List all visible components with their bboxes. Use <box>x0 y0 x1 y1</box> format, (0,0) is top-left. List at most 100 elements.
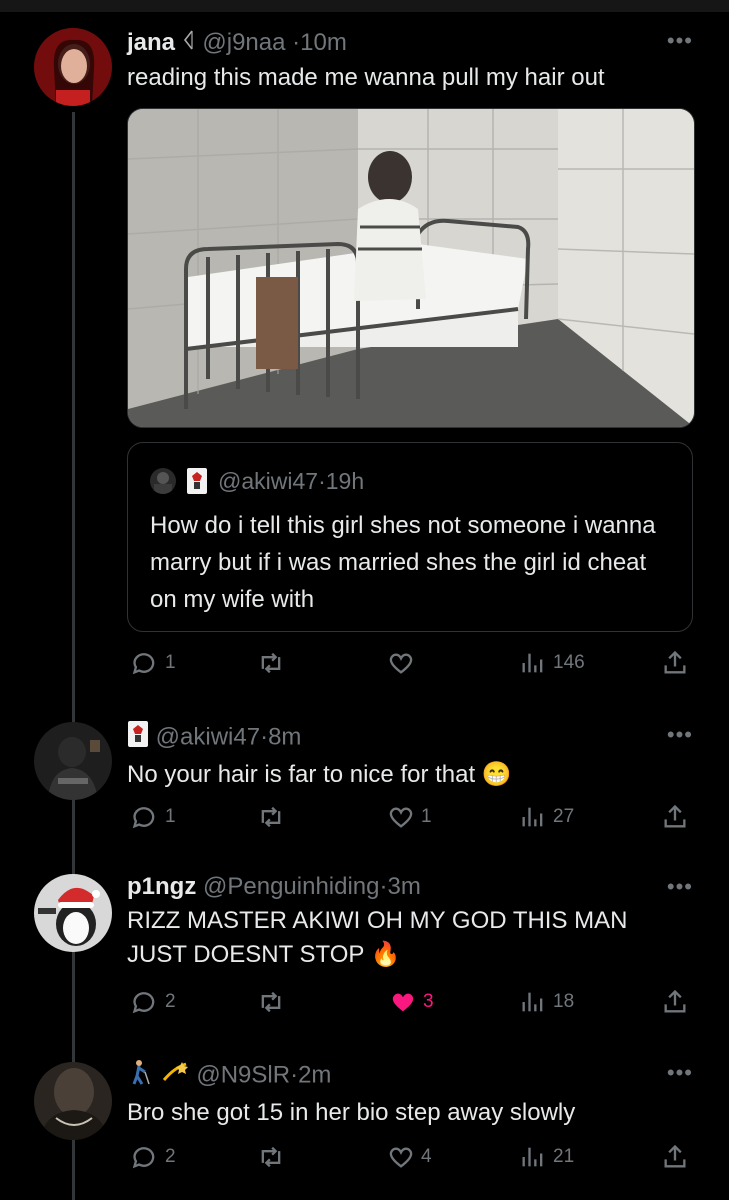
like-count: 3 <box>423 991 434 1012</box>
quote-handle[interactable]: @akiwi47 <box>218 468 318 494</box>
post-text-content: No your hair is far to nice for that <box>127 761 476 788</box>
fire-emoji: 🔥 <box>370 941 401 968</box>
retweet-icon <box>261 1146 281 1168</box>
joker-card-icon <box>186 467 208 495</box>
reply-count: 2 <box>165 991 176 1012</box>
post-akiwi[interactable]: @akiwi47·8m No your hair is far to nice … <box>127 720 693 792</box>
views-icon <box>522 653 543 673</box>
dizzy-icon <box>160 1058 190 1094</box>
avatar[interactable] <box>34 874 112 952</box>
reply-button[interactable]: 1 <box>131 649 176 677</box>
display-name[interactable]: p1ngz <box>127 873 196 900</box>
reply-count: 1 <box>165 806 176 827</box>
views-button[interactable]: 27 <box>519 803 574 831</box>
share-button[interactable] <box>661 649 689 677</box>
like-button[interactable]: 1 <box>387 803 432 831</box>
post-text: Bro she got 15 in her bio step away slow… <box>127 1099 576 1126</box>
separator: · <box>379 873 388 900</box>
reply-button[interactable]: 1 <box>131 803 176 831</box>
post-p1ngz[interactable]: p1ngz @Penguinhiding·3m RIZZ MASTER AKIW… <box>127 872 693 972</box>
retweet-button[interactable] <box>257 988 291 1016</box>
view-count: 146 <box>553 652 585 673</box>
quoted-post[interactable]: @akiwi47·19h How do i tell this girl she… <box>127 442 693 632</box>
timestamp[interactable]: 8m <box>268 723 301 750</box>
share-button[interactable] <box>661 803 689 831</box>
separator: · <box>318 467 326 494</box>
handle[interactable]: @j9naa <box>202 29 285 56</box>
reply-icon <box>132 807 155 829</box>
post-header: @N9SlR·2m <box>127 1058 693 1094</box>
retweet-button[interactable] <box>257 1143 291 1171</box>
quote-header: @akiwi47·19h <box>150 467 364 495</box>
action-bar: 2 4 21 <box>127 1140 693 1174</box>
like-button[interactable] <box>387 649 421 677</box>
retweet-button[interactable] <box>257 803 291 831</box>
reply-icon <box>132 992 155 1014</box>
heart-icon <box>389 653 413 674</box>
timestamp[interactable]: 3m <box>388 873 421 900</box>
views-icon <box>522 992 543 1012</box>
like-button[interactable]: 4 <box>387 1143 432 1171</box>
quote-text: How do i tell this girl shes not someone… <box>150 512 656 613</box>
share-button[interactable] <box>661 988 689 1016</box>
heart-filled-icon <box>392 993 414 1012</box>
post-header: p1ngz @Penguinhiding·3m <box>127 872 693 902</box>
avatar <box>150 468 176 494</box>
joker-card-icon <box>127 720 149 756</box>
like-button[interactable]: 3 <box>389 988 434 1016</box>
post-header: @akiwi47·8m <box>127 720 693 756</box>
reply-count: 2 <box>165 1146 176 1167</box>
post-n9slr[interactable]: @N9SlR·2m Bro she got 15 in her bio step… <box>127 1058 693 1130</box>
handle[interactable]: @akiwi47 <box>156 723 260 750</box>
retweet-button[interactable] <box>257 649 291 677</box>
handle[interactable]: @Penguinhiding <box>203 873 380 900</box>
thread-line <box>72 112 75 1200</box>
separator: · <box>290 1061 299 1089</box>
view-count: 21 <box>553 1146 575 1167</box>
reply-icon <box>132 1147 155 1169</box>
display-name[interactable]: jana <box>127 29 175 56</box>
views-button[interactable]: 21 <box>519 1143 574 1171</box>
more-icon[interactable]: ••• <box>667 1060 693 1086</box>
post-image[interactable] <box>127 108 695 428</box>
action-bar: 2 3 18 <box>127 985 693 1019</box>
avatar[interactable] <box>34 1062 112 1140</box>
more-icon[interactable]: ••• <box>667 722 693 748</box>
heart-icon <box>389 1147 413 1168</box>
share-icon <box>664 989 686 1013</box>
avatar[interactable] <box>34 28 112 106</box>
separator: · <box>292 29 301 56</box>
reply-button[interactable]: 2 <box>131 1143 176 1171</box>
reply-button[interactable]: 2 <box>131 988 176 1016</box>
quote-timestamp[interactable]: 19h <box>326 468 364 494</box>
action-bar: 1 1 27 <box>127 800 693 834</box>
more-icon[interactable]: ••• <box>667 28 693 54</box>
share-icon <box>664 650 686 674</box>
handle[interactable]: @N9SlR <box>196 1061 290 1088</box>
more-icon[interactable]: ••• <box>667 874 693 900</box>
grin-emoji: 😁 <box>481 761 512 788</box>
heart-icon <box>389 807 413 828</box>
retweet-icon <box>261 991 281 1013</box>
action-bar: 1 146 <box>127 646 693 680</box>
reply-count: 1 <box>165 652 176 673</box>
post-header: jana @j9naa ·10m <box>127 28 693 59</box>
flag-icon <box>182 29 196 59</box>
view-count: 18 <box>553 991 575 1012</box>
share-icon <box>664 804 686 828</box>
views-button[interactable]: 18 <box>519 988 574 1016</box>
post-text: RIZZ MASTER AKIWI OH MY GOD THIS MAN JUS… <box>127 904 693 972</box>
separator: · <box>260 723 269 751</box>
top-bar <box>0 0 729 12</box>
timestamp[interactable]: 2m <box>298 1061 331 1088</box>
timestamp[interactable]: 10m <box>300 29 347 56</box>
avatar[interactable] <box>34 722 112 800</box>
like-count: 1 <box>421 806 432 827</box>
post-jana[interactable]: jana @j9naa ·10m reading this made me wa… <box>127 28 693 95</box>
share-icon <box>664 1144 686 1168</box>
post-text: reading this made me wanna pull my hair … <box>127 63 605 91</box>
golfer-icon <box>127 1058 153 1094</box>
retweet-icon <box>261 652 281 674</box>
views-button[interactable]: 146 <box>519 649 585 677</box>
share-button[interactable] <box>661 1143 689 1171</box>
